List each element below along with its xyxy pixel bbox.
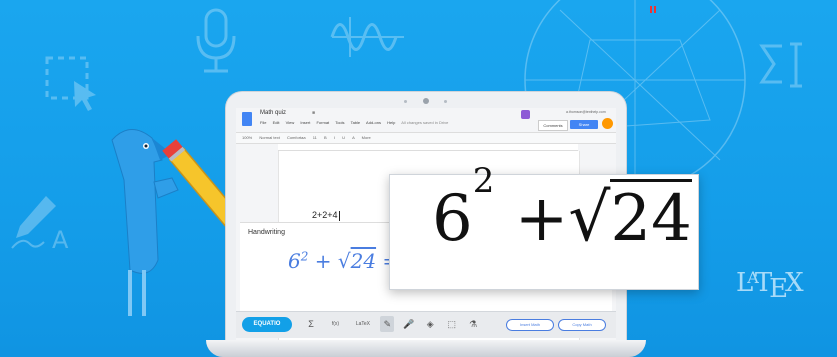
latex-logo: LATEX	[736, 268, 804, 304]
selection-icon	[44, 55, 102, 113]
avatar[interactable]	[602, 118, 613, 129]
insert-math-button[interactable]: Insert Math	[506, 319, 554, 331]
underline-button[interactable]: U	[342, 135, 345, 140]
menu-tools[interactable]: Tools	[335, 120, 344, 125]
docs-logo-icon[interactable]	[242, 112, 252, 126]
bold-button[interactable]: B	[324, 135, 327, 140]
math-editor-icon[interactable]: Σ	[304, 316, 318, 332]
graph-editor-icon[interactable]: f(x)	[325, 316, 345, 332]
zoomed-expression: 62 +√24	[432, 160, 692, 256]
camera-dot	[444, 100, 447, 103]
svg-text:A: A	[52, 226, 69, 252]
menu-insert[interactable]: Insert	[300, 120, 310, 125]
copy-math-button[interactable]: Copy Math	[558, 319, 606, 331]
shapes-icon[interactable]: ◈	[423, 316, 437, 332]
handwriting-expression: 62 + √24 =	[288, 249, 399, 273]
microphone-icon	[190, 6, 242, 76]
menu-view[interactable]: View	[286, 120, 295, 125]
menu-bar: File Edit View Insert Format Tools Table…	[260, 120, 453, 125]
text-cursor	[338, 210, 340, 221]
waveform-icon	[330, 12, 406, 62]
style-select[interactable]: Normal text	[259, 135, 279, 140]
menu-addons[interactable]: Add-ons	[366, 120, 381, 125]
share-button[interactable]: Share	[570, 120, 598, 129]
folder-icon[interactable]: ■	[312, 110, 315, 116]
handwriting-title: Handwriting	[248, 229, 285, 236]
document-title[interactable]: Math quiz	[260, 110, 286, 116]
sigma-icon	[758, 40, 814, 92]
menu-edit[interactable]: Edit	[273, 120, 280, 125]
text-color-button[interactable]: A	[352, 135, 354, 140]
addon-icon[interactable]	[521, 110, 530, 119]
menu-table[interactable]: Table	[351, 120, 361, 125]
save-status: All changes saved in Drive	[401, 120, 449, 125]
italic-button[interactable]: I	[334, 135, 335, 140]
more-button[interactable]: More	[362, 135, 371, 140]
format-toolbar: 100% Normal text Comfortaa 11 B I U A Mo…	[236, 132, 616, 144]
document-body[interactable]: 2+2+4	[312, 210, 340, 221]
comments-button[interactable]: Comments	[538, 120, 568, 131]
account-email: a.thomson@texthelp.com	[566, 110, 606, 114]
size-select[interactable]: 11	[313, 135, 317, 140]
latex-editor-icon[interactable]: LaTeX	[353, 316, 373, 332]
zoom-select[interactable]: 100%	[242, 135, 252, 140]
equatio-logo-button[interactable]: EQUATIO	[242, 317, 292, 332]
laptop-base	[206, 340, 646, 357]
red-marker	[650, 0, 658, 13]
chemistry-icon[interactable]: ⚗	[466, 316, 480, 332]
camera	[423, 98, 429, 104]
equatio-toolbar: EQUATIO Σ f(x) LaTeX ✎ 🎤 ◈ ⬚ ⚗ Insert Ma…	[236, 311, 616, 338]
font-select[interactable]: Comfortaa	[287, 135, 306, 140]
menu-format[interactable]: Format	[316, 120, 329, 125]
handwriting-tool-icon[interactable]: ✎	[380, 316, 395, 332]
equatio-tools: Σ f(x) LaTeX ✎ 🎤 ◈ ⬚ ⚗	[304, 316, 483, 334]
zoomed-handwriting-card: 62 +√24	[389, 160, 699, 290]
handwriting-icon: A	[8, 192, 78, 252]
menu-help[interactable]: Help	[387, 120, 395, 125]
menu-file[interactable]: File	[260, 120, 266, 125]
camera-dot	[404, 100, 407, 103]
screenshot-reader-icon[interactable]: ⬚	[445, 316, 459, 332]
ruler	[278, 144, 578, 151]
speech-input-icon[interactable]: 🎤	[402, 316, 416, 332]
